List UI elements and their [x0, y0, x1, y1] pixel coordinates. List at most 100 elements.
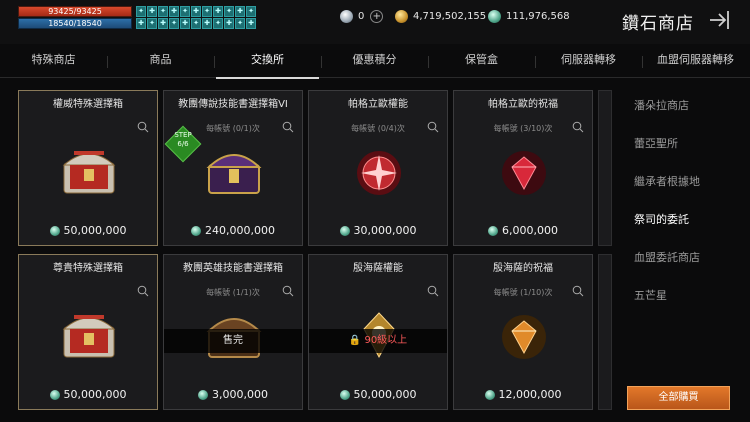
- product-title: 教團傳說技能書選擇箱VI: [178, 99, 288, 110]
- category-tabs: 特殊商店 商品 交換所 優惠積分 保管盒 伺服器轉移 血盟伺服器轉移: [0, 46, 750, 79]
- menu-item-pentagram[interactable]: 五芒星: [620, 280, 750, 318]
- zoom-icon[interactable]: [137, 285, 149, 297]
- menu-item-heir-base[interactable]: 繼承者根據地: [620, 166, 750, 204]
- zoom-icon[interactable]: [572, 285, 584, 297]
- gold-currency: 4,719,502,155: [395, 10, 486, 23]
- buff-icon: ✦: [158, 6, 168, 17]
- product-price: 240,000,000: [164, 224, 302, 237]
- tab-divider: [642, 56, 643, 68]
- buff-icon: ✚: [246, 18, 256, 29]
- product-card[interactable]: 殷海薩的祝福 每帳號 (1/10)次 12,000,000: [453, 254, 593, 410]
- product-card[interactable]: 帕格立歐權能 每帳號 (0/4)次 30,000,000: [308, 90, 448, 246]
- buff-icon: ✦: [213, 18, 223, 29]
- buff-icon: ✚: [147, 6, 157, 17]
- tab-divider: [214, 56, 215, 68]
- menu-item-reia-sanctuary[interactable]: 蕾亞聖所: [620, 128, 750, 166]
- diamond-currency: 0 +: [340, 10, 384, 23]
- red-emblem-icon: [357, 151, 401, 195]
- product-card[interactable]: 殷海薩權能 🔒 90級以上 50,000,000: [308, 254, 448, 410]
- gem-amount: 111,976,568: [506, 11, 570, 22]
- page-title: 鑽石商店: [622, 14, 694, 34]
- buff-icon: ✚: [224, 18, 234, 29]
- product-title: 殷海薩的祝福: [493, 263, 553, 274]
- sub-shop-menu: 潘朵拉商店 蕾亞聖所 繼承者根據地 祭司的委託 血盟委託商店 五芒星: [620, 90, 750, 318]
- orange-gem-icon: [502, 315, 546, 359]
- product-card[interactable]: 帕格立歐的祝福 每帳號 (3/10)次 6,000,000: [453, 90, 593, 246]
- product-price: 3,000,000: [164, 388, 302, 401]
- gem-icon: [49, 225, 60, 236]
- product-card[interactable]: 尊貴特殊選擇箱 50,000,000: [18, 254, 158, 410]
- diamond-amount: 0: [358, 11, 365, 22]
- zoom-icon[interactable]: [137, 121, 149, 133]
- product-title: 尊貴特殊選擇箱: [53, 263, 123, 274]
- gold-amount: 4,719,502,155: [413, 11, 487, 22]
- menu-item-priest-request[interactable]: 祭司的委託: [620, 204, 750, 242]
- buff-icon: ✦: [147, 18, 157, 29]
- buff-icon: ✦: [246, 6, 256, 17]
- step-label: STEP 6/6: [174, 131, 192, 148]
- top-bar: 93425/93425 18540/18540 ✦ ✚ ✦ ✚ ✦ ✚ ✦ ✚ …: [0, 0, 750, 44]
- chest-red-icon: [62, 315, 116, 358]
- buff-icon: ✦: [169, 18, 179, 29]
- mp-bar: 18540/18540: [18, 18, 132, 29]
- tab-exchange[interactable]: 交換所: [214, 46, 321, 79]
- product-card-partial[interactable]: [598, 254, 612, 410]
- zoom-icon[interactable]: [427, 285, 439, 297]
- product-price: 50,000,000: [309, 388, 447, 401]
- product-card[interactable]: 權威特殊選擇箱 50,000,000: [18, 90, 158, 246]
- menu-item-pandora-shop[interactable]: 潘朵拉商店: [620, 90, 750, 128]
- buff-icon: ✚: [213, 6, 223, 17]
- price-value: 50,000,000: [353, 388, 417, 401]
- add-diamond-button[interactable]: +: [370, 10, 384, 23]
- tab-clan-server-transfer[interactable]: 血盟伺服器轉移: [642, 46, 749, 77]
- product-title: 帕格立歐權能: [348, 99, 408, 110]
- tab-goods[interactable]: 商品: [107, 46, 214, 77]
- chest-red-icon: [62, 151, 116, 194]
- buy-all-button[interactable]: 全部購買: [627, 386, 730, 410]
- lock-icon: 🔒: [348, 335, 362, 346]
- price-value: 240,000,000: [205, 224, 275, 237]
- tab-storage-box[interactable]: 保管盒: [428, 46, 535, 77]
- zoom-icon[interactable]: [427, 121, 439, 133]
- buff-icon: ✚: [180, 18, 190, 29]
- exit-icon[interactable]: [707, 8, 731, 32]
- product-card-partial[interactable]: [598, 90, 612, 246]
- product-price: 6,000,000: [454, 224, 592, 237]
- menu-item-clan-request-shop[interactable]: 血盟委託商店: [620, 242, 750, 280]
- buff-icon: ✦: [180, 6, 190, 17]
- chest-purple-icon: [206, 154, 262, 194]
- buff-icon: ✚: [202, 18, 212, 29]
- buff-icon: ✚: [235, 6, 245, 17]
- buff-icon: ✦: [191, 18, 201, 29]
- gem-icon: [339, 389, 350, 400]
- gem-icon: [191, 225, 201, 236]
- player-status: 93425/93425 18540/18540: [18, 6, 132, 30]
- price-value: 6,000,000: [502, 224, 558, 237]
- tab-special-shop[interactable]: 特殊商店: [0, 46, 107, 77]
- buff-icons: ✦ ✚ ✦ ✚ ✦ ✚ ✦ ✚ ✦ ✚ ✦ ✚ ✦ ✚ ✦ ✚ ✦ ✚ ✦ ✚ …: [136, 6, 256, 30]
- gem-icon: [339, 225, 350, 236]
- buff-icon: ✦: [202, 6, 212, 17]
- red-gem-icon: [502, 151, 546, 195]
- product-card[interactable]: 教團傳說技能書選擇箱VI 每帳號 (0/1)次 STEP 6/6 240,000,…: [163, 90, 303, 246]
- buff-icon: ✚: [136, 18, 146, 29]
- price-value: 50,000,000: [63, 388, 127, 401]
- tab-divider: [107, 56, 108, 68]
- diamond-icon: [340, 10, 353, 23]
- hp-bar: 93425/93425: [18, 6, 132, 17]
- product-title: 權威特殊選擇箱: [53, 99, 123, 110]
- buff-icon: ✚: [191, 6, 201, 17]
- product-price: 12,000,000: [454, 388, 592, 401]
- product-card[interactable]: 教團英雄技能書選擇箱 每帳號 (1/1)次 售完 3,000,000: [163, 254, 303, 410]
- price-value: 12,000,000: [498, 388, 562, 401]
- zoom-icon[interactable]: [572, 121, 584, 133]
- zoom-icon[interactable]: [282, 285, 294, 297]
- gem-icon: [198, 389, 208, 400]
- product-price: 30,000,000: [309, 224, 447, 237]
- tab-discount-points[interactable]: 優惠積分: [321, 46, 428, 77]
- zoom-icon[interactable]: [282, 121, 294, 133]
- tab-server-transfer[interactable]: 伺服器轉移: [535, 46, 642, 77]
- level-lock-overlay: 🔒 90級以上: [309, 329, 447, 353]
- gold-coin-icon: [395, 10, 408, 23]
- buff-icon: ✦: [136, 6, 146, 17]
